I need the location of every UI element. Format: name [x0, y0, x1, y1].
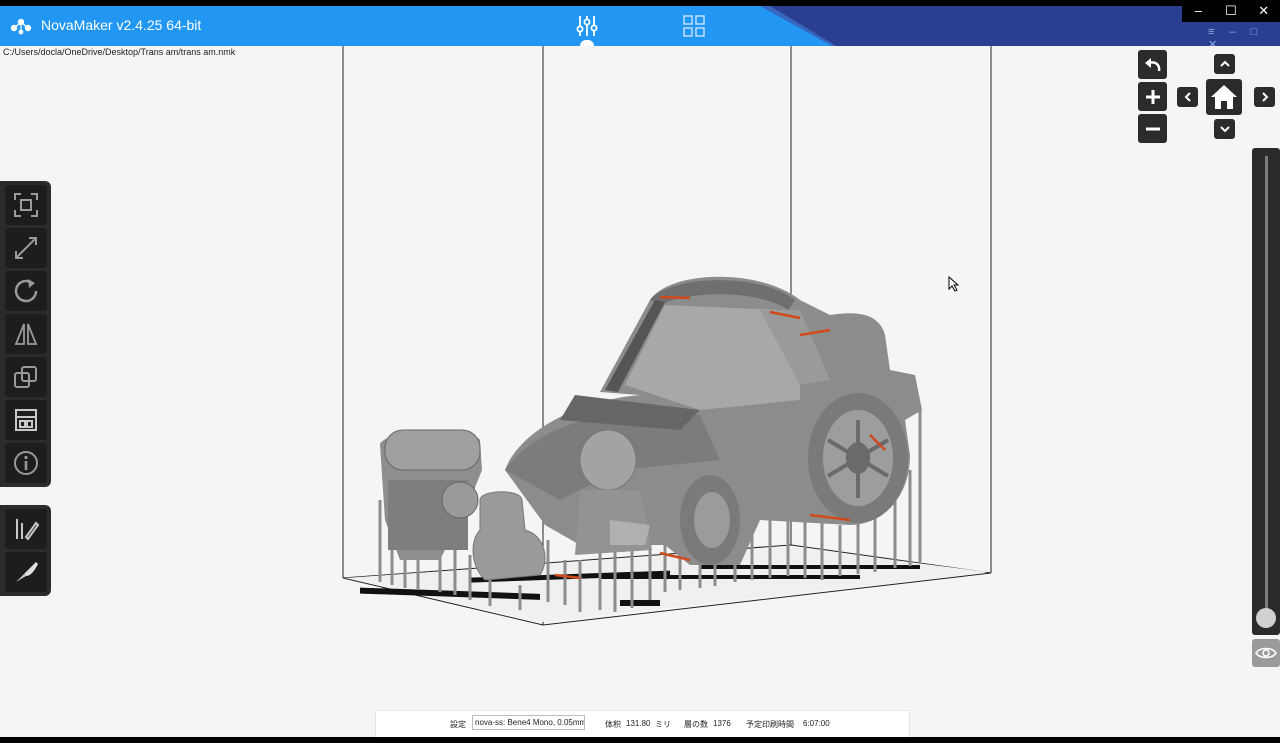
- view-down-button[interactable]: [1214, 119, 1235, 139]
- mirror-button[interactable]: [5, 314, 47, 354]
- view-down-icon: [1219, 126, 1230, 133]
- view-right-button[interactable]: [1254, 87, 1275, 107]
- volume-label: 体积: [605, 720, 621, 729]
- volume-unit: ミリ: [655, 720, 671, 729]
- layer-slider-handle[interactable]: [1256, 608, 1276, 628]
- settings-select[interactable]: nova-ss: Bene4 Mono, 0.05mm: [472, 715, 585, 730]
- view-up-icon: [1219, 60, 1230, 67]
- settings-label: 設定: [450, 720, 466, 729]
- duplicate-icon: [14, 366, 37, 388]
- mouse-cursor-icon: [948, 276, 960, 292]
- view-right-icon: [1261, 92, 1268, 102]
- build-volume-scene[interactable]: [0, 46, 1280, 737]
- left-toolbar: [0, 181, 51, 487]
- layout-icon: [15, 409, 37, 431]
- print-time-label: 予定印刷時間: [746, 720, 794, 729]
- home-view-icon: [1211, 85, 1237, 109]
- knife-icon: [16, 562, 38, 582]
- undo-icon: [1144, 57, 1160, 71]
- knife-button[interactable]: [5, 552, 47, 592]
- eye-icon: [1255, 647, 1277, 659]
- status-bar: 設定 nova-ss: Bene4 Mono, 0.05mm 体积 131.80…: [375, 710, 910, 738]
- home-view-button[interactable]: [1206, 79, 1242, 115]
- volume-value: 131.80: [626, 719, 651, 728]
- inner-window-controls: ≡ – □ ✕: [1208, 26, 1264, 46]
- bottom-border: [0, 737, 1280, 743]
- scale-icon: [15, 237, 37, 259]
- novamaker-logo-icon: [10, 18, 32, 35]
- close-button[interactable]: ✕: [1247, 0, 1280, 22]
- auto-layout-button[interactable]: [5, 185, 47, 225]
- view-up-button[interactable]: [1214, 54, 1235, 74]
- info-button[interactable]: [5, 443, 47, 483]
- support-edit-button[interactable]: [5, 509, 47, 549]
- layer-slider-track: [1265, 156, 1268, 626]
- rotate-button[interactable]: [5, 271, 47, 311]
- sliders-icon[interactable]: [575, 14, 599, 38]
- view-left-button[interactable]: [1177, 87, 1198, 107]
- print-time-value: 6:07:00: [803, 719, 830, 728]
- zoom-in-icon: [1145, 89, 1160, 104]
- zoom-out-button[interactable]: [1138, 114, 1167, 143]
- layers-label: 層の数: [684, 720, 708, 729]
- layout-button[interactable]: [5, 400, 47, 440]
- grid-icon[interactable]: [682, 14, 706, 38]
- view-left-icon: [1184, 92, 1191, 102]
- title-bar: NovaMaker v2.4.25 64-bit ≡ – □ ✕: [0, 6, 1280, 46]
- zoom-out-icon: [1145, 127, 1160, 130]
- undo-button[interactable]: [1138, 50, 1167, 79]
- maximize-button[interactable]: ☐: [1215, 0, 1248, 22]
- layers-value: 1376: [713, 719, 731, 728]
- duplicate-button[interactable]: [5, 357, 47, 397]
- auto-layout-icon: [14, 193, 38, 217]
- support-edit-icon: [16, 519, 40, 541]
- rotate-icon: [14, 279, 38, 303]
- 3d-viewport[interactable]: C:/Users/docla/OneDrive/Desktop/Trans am…: [0, 46, 1280, 738]
- minimize-button[interactable]: –: [1182, 0, 1215, 22]
- mirror-icon: [14, 323, 38, 345]
- zoom-in-button[interactable]: [1138, 82, 1167, 111]
- layer-slider[interactable]: [1252, 148, 1280, 635]
- app-title: NovaMaker v2.4.25 64-bit: [41, 17, 202, 33]
- scale-button[interactable]: [5, 228, 47, 268]
- window-controls: – ☐ ✕: [1182, 0, 1280, 22]
- support-toolbar: [0, 505, 51, 596]
- visibility-button[interactable]: [1252, 639, 1280, 667]
- info-icon: [14, 451, 38, 475]
